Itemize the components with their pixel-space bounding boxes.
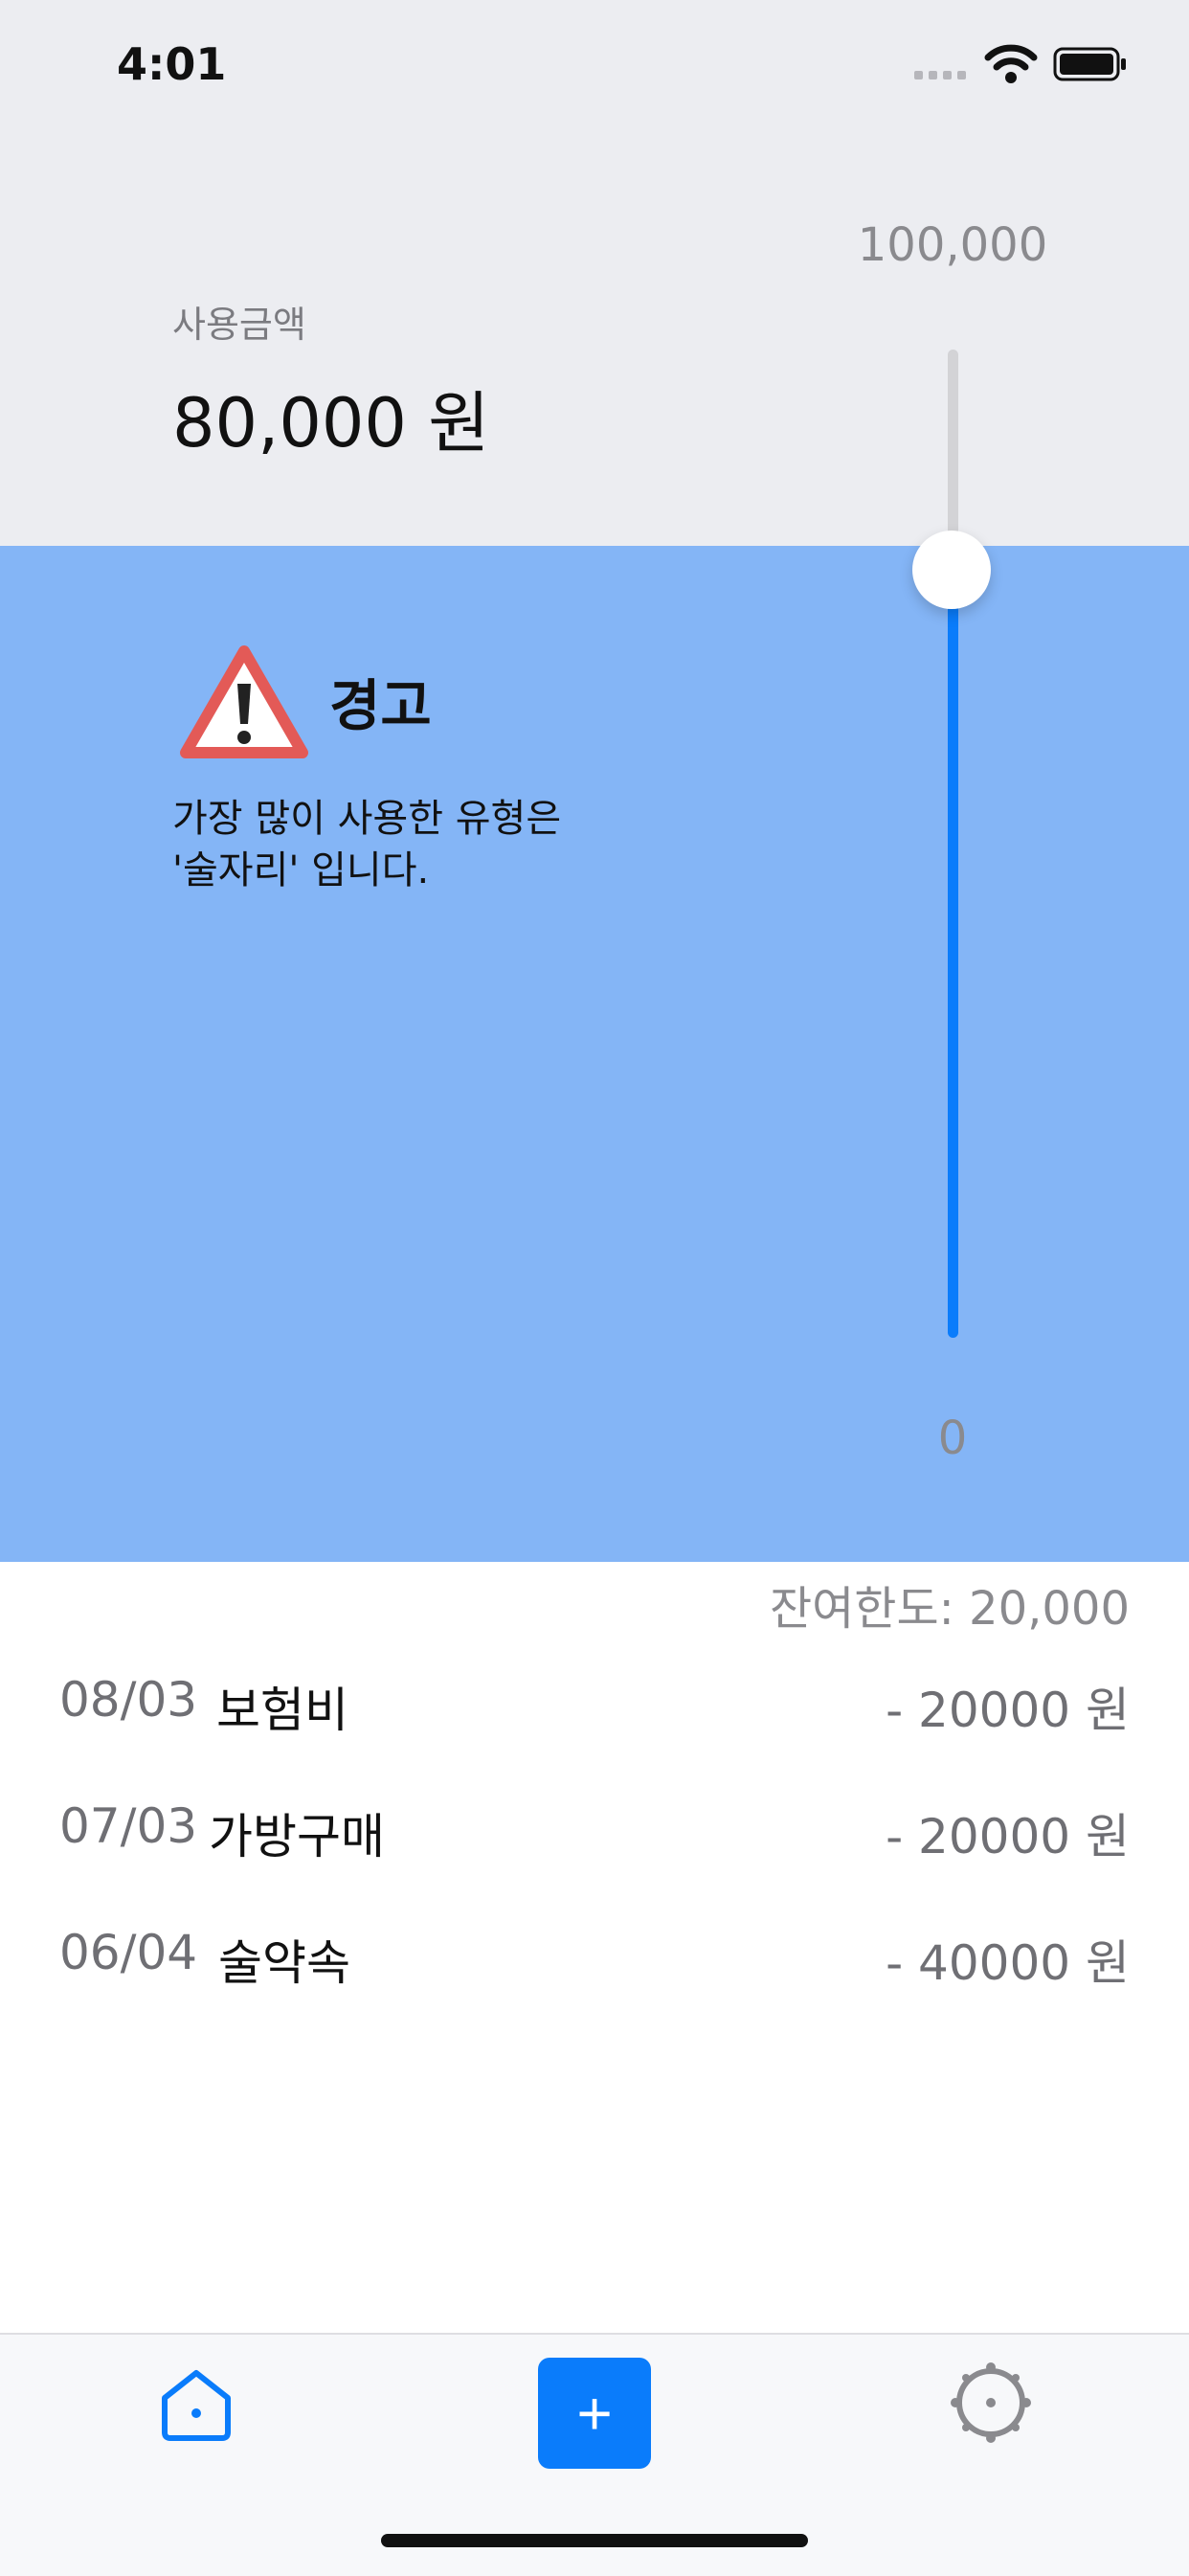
slider-thumb[interactable] [912, 531, 991, 609]
wifi-icon [984, 44, 1038, 83]
spent-amount: 80,000 원 [172, 384, 490, 463]
transaction-row[interactable]: 07/03 가방구매 - 20000 원 [0, 1777, 1189, 1873]
transaction-name: 보험비 [216, 1683, 348, 1738]
remaining-limit: 잔여한도: 20,000 [769, 1582, 1130, 1636]
transaction-name: 가방구매 [209, 1809, 385, 1864]
transaction-row[interactable]: 08/03 보험비 - 20000 원 [0, 1651, 1189, 1747]
signal-icon [914, 71, 966, 79]
battery-icon [1053, 47, 1126, 81]
warning-message-line2: '술자리' 입니다. [172, 848, 430, 893]
settings-icon[interactable] [948, 2360, 1034, 2446]
warning-title: 경고 [329, 673, 432, 738]
transaction-row[interactable]: 06/04 술약속 - 40000 원 [0, 1904, 1189, 2000]
transaction-amount: - 20000 원 [886, 1809, 1130, 1864]
gauge-min-label: 0 [937, 1412, 968, 1465]
home-indicator [381, 2534, 808, 2547]
warning-message-line1: 가장 많이 사용한 유형은 [172, 797, 562, 841]
transaction-name: 술약속 [218, 1935, 350, 1991]
transaction-amount: - 40000 원 [886, 1935, 1130, 1991]
transaction-amount: - 20000 원 [886, 1683, 1130, 1738]
slider-track-used [948, 570, 958, 1338]
transaction-date: 07/03 [59, 1798, 198, 1854]
transaction-date: 08/03 [59, 1672, 198, 1728]
gauge-max-label: 100,000 [857, 218, 1048, 272]
warning-triangle-icon [180, 645, 308, 758]
transaction-date: 06/04 [59, 1925, 198, 1980]
spent-label: 사용금액 [172, 304, 306, 346]
home-icon[interactable] [155, 2363, 237, 2446]
status-time: 4:01 [117, 38, 227, 90]
add-expense-button[interactable]: + [538, 2358, 651, 2469]
